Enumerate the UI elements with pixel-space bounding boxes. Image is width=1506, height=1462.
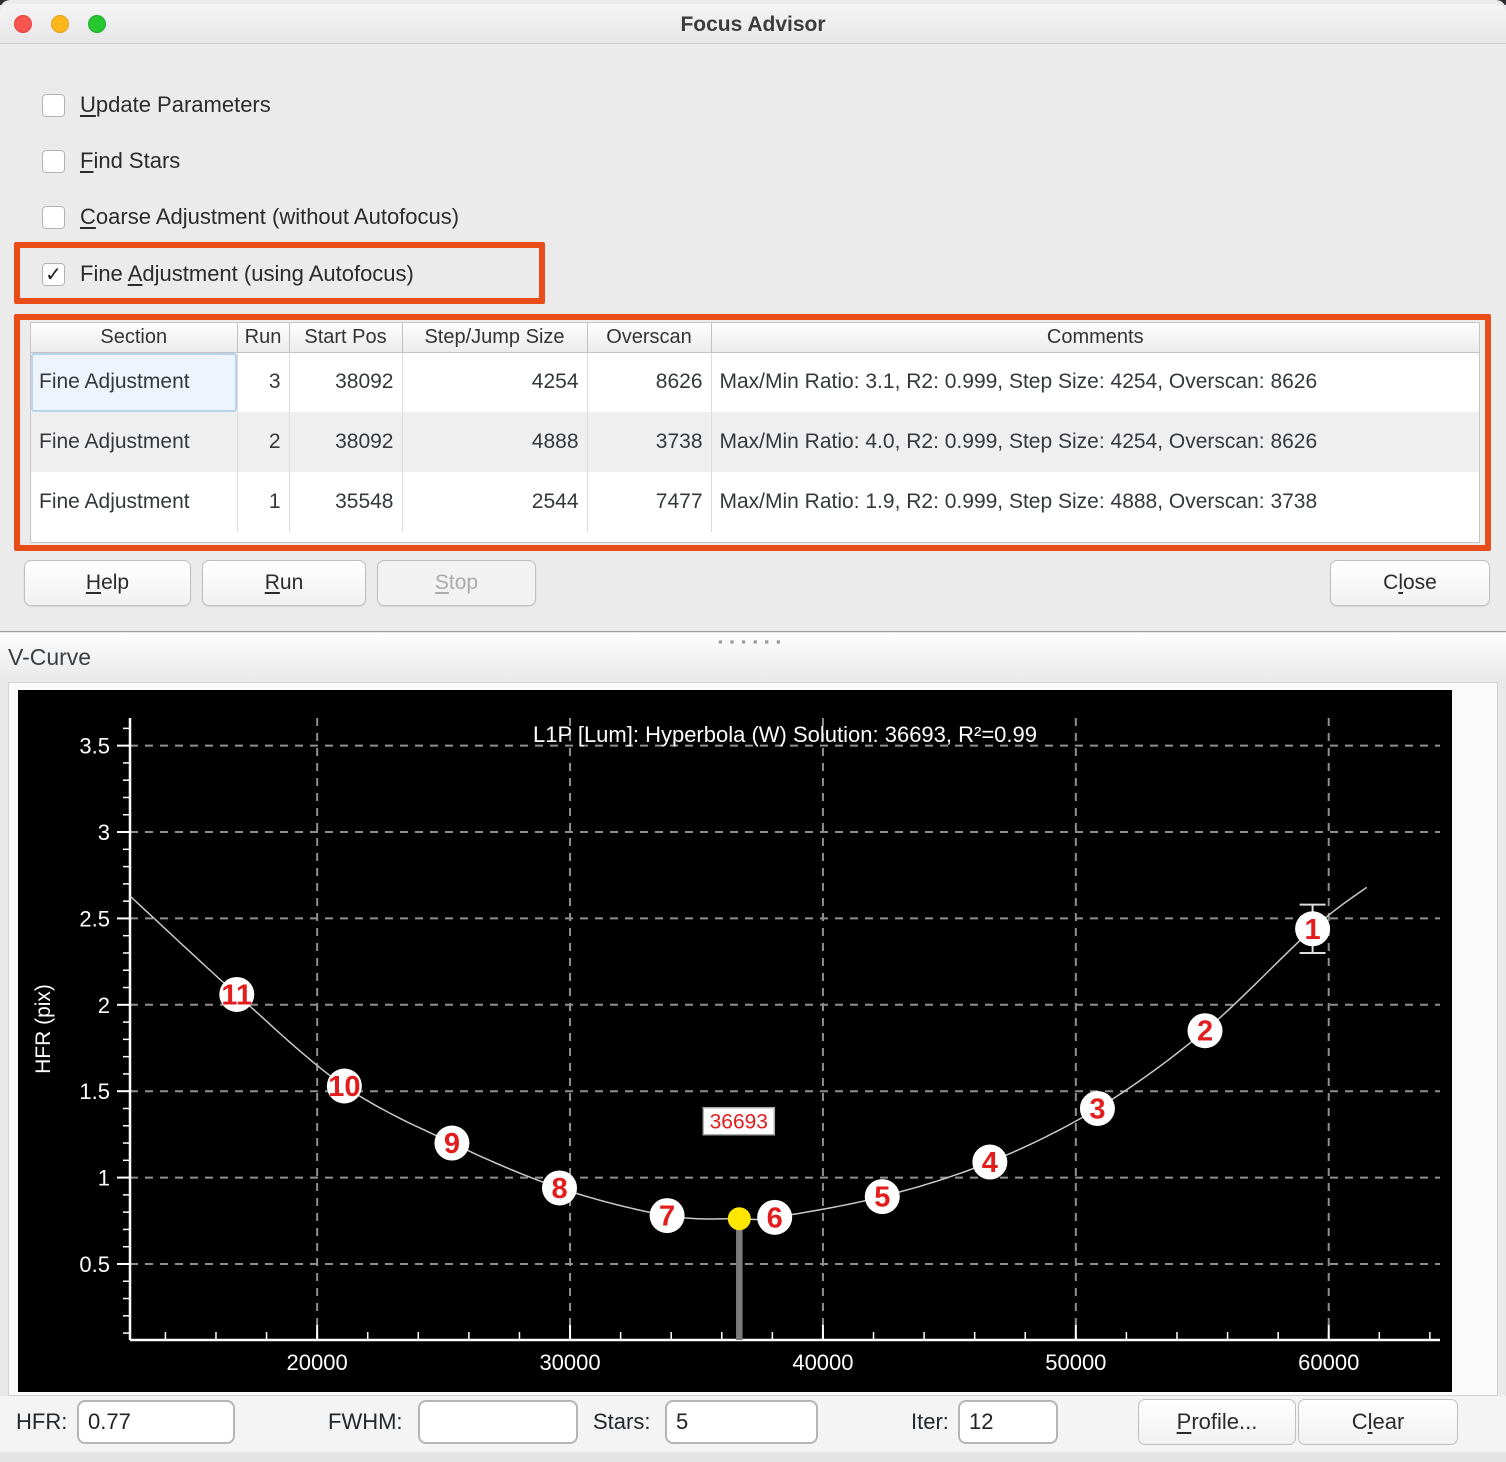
svg-text:1: 1 [98, 1166, 110, 1191]
iter-field[interactable] [958, 1400, 1058, 1444]
table-cell[interactable]: Max/Min Ratio: 4.0, R2: 0.999, Step Size… [711, 412, 1479, 472]
run-button[interactable]: Run [202, 560, 366, 606]
svg-text:20000: 20000 [287, 1350, 348, 1375]
table-row[interactable]: Fine Adjustment33809242548626Max/Min Rat… [31, 352, 1479, 412]
checkbox-box-update-parameters[interactable] [42, 94, 65, 117]
table-cell[interactable]: 4254 [402, 352, 587, 412]
column-header-step-jump-size[interactable]: Step/Jump Size [402, 323, 587, 352]
fwhm-field[interactable] [418, 1400, 578, 1444]
table-cell[interactable]: 35548 [289, 472, 402, 532]
checkbox-coarse-adjustment[interactable]: Coarse Adjustment (without Autofocus) [42, 202, 459, 232]
help-button[interactable]: Help [24, 560, 191, 606]
svg-text:3: 3 [1089, 1093, 1105, 1125]
svg-text:7: 7 [659, 1201, 675, 1233]
svg-text:2: 2 [1197, 1016, 1213, 1048]
checkbox-box-find-stars[interactable] [42, 150, 65, 173]
table-cell[interactable]: Fine Adjustment [31, 412, 237, 472]
svg-text:3: 3 [98, 820, 110, 845]
svg-text:11: 11 [221, 979, 252, 1011]
stars-field[interactable] [665, 1400, 818, 1444]
svg-text:5: 5 [874, 1182, 890, 1214]
svg-text:3.5: 3.5 [79, 734, 110, 759]
table-cell[interactable]: Fine Adjustment [31, 472, 237, 532]
svg-text:10: 10 [328, 1071, 360, 1103]
svg-text:30000: 30000 [539, 1350, 600, 1375]
hfr-label: HFR: [16, 1409, 67, 1435]
svg-text:0.5: 0.5 [79, 1252, 110, 1277]
stop-button[interactable]: Stop [377, 560, 536, 606]
table-cell[interactable]: 7477 [587, 472, 711, 532]
splitter-handle-icon[interactable]: ▪▪▪▪▪▪ [718, 634, 788, 649]
vcurve-section-label: V-Curve [8, 644, 91, 671]
table-cell[interactable]: 8626 [587, 352, 711, 412]
table-cell[interactable]: Max/Min Ratio: 1.9, R2: 0.999, Step Size… [711, 472, 1479, 532]
svg-text:1.5: 1.5 [79, 1079, 110, 1104]
checkbox-label: Coarse Adjustment (without Autofocus) [80, 204, 459, 230]
hfr-field[interactable] [77, 1400, 235, 1444]
window-title: Focus Advisor [0, 4, 1506, 44]
table-row[interactable]: Fine Adjustment23809248883738Max/Min Rat… [31, 412, 1479, 472]
table-cell[interactable]: 2544 [402, 472, 587, 532]
runs-table[interactable]: SectionRunStart PosStep/Jump SizeOversca… [30, 322, 1480, 543]
table-cell[interactable]: 38092 [289, 412, 402, 472]
status-bar: HFR: FWHM: Stars: Iter: Profile... Clear [0, 1396, 1506, 1452]
table-cell[interactable]: 3 [237, 352, 289, 412]
profile-button[interactable]: Profile... [1138, 1399, 1296, 1445]
svg-text:60000: 60000 [1298, 1350, 1359, 1375]
table-cell[interactable]: 38092 [289, 352, 402, 412]
table-cell[interactable]: 4888 [402, 412, 587, 472]
focus-advisor-screen: Focus Advisor Update Parameters Find Star… [0, 0, 1506, 1462]
close-button[interactable]: Close [1330, 560, 1490, 606]
svg-text:HFR (pix): HFR (pix) [32, 984, 55, 1074]
column-header-start-pos[interactable]: Start Pos [289, 323, 402, 352]
fwhm-label: FWHM: [328, 1409, 403, 1435]
column-header-run[interactable]: Run [237, 323, 289, 352]
svg-text:9: 9 [444, 1128, 460, 1160]
table-cell[interactable]: Max/Min Ratio: 3.1, R2: 0.999, Step Size… [711, 352, 1479, 412]
checkbox-box-fine-adjustment[interactable]: ✓ [42, 263, 65, 286]
svg-text:8: 8 [551, 1173, 567, 1205]
stars-label: Stars: [593, 1409, 650, 1435]
svg-text:36693: 36693 [710, 1111, 768, 1134]
titlebar: Focus Advisor [0, 4, 1506, 44]
clear-button[interactable]: Clear [1298, 1399, 1458, 1445]
checkbox-label: Find Stars [80, 148, 180, 174]
svg-text:6: 6 [767, 1202, 783, 1234]
svg-text:50000: 50000 [1045, 1350, 1106, 1375]
svg-text:L1P [Lum]: Hyperbola (W) Solut: L1P [Lum]: Hyperbola (W) Solution: 36693… [533, 722, 1037, 747]
svg-text:1: 1 [1305, 914, 1321, 946]
table-cell[interactable]: 3738 [587, 412, 711, 472]
table-cell[interactable]: Fine Adjustment [31, 352, 237, 412]
column-header-section[interactable]: Section [31, 323, 237, 352]
column-header-overscan[interactable]: Overscan [587, 323, 711, 352]
checkbox-box-coarse-adjustment[interactable] [42, 206, 65, 229]
footer-strip [0, 1452, 1506, 1462]
focus-advisor-dialog: Focus Advisor Update Parameters Find Star… [0, 0, 1506, 632]
splitter-area: ▪▪▪▪▪▪ [0, 633, 1506, 684]
column-header-comments[interactable]: Comments [711, 323, 1479, 352]
table-cell[interactable]: 2 [237, 412, 289, 472]
table-cell[interactable]: 1 [237, 472, 289, 532]
checkbox-label: Update Parameters [80, 92, 271, 118]
vcurve-chart[interactable]: 20000 30000 40000 50000 60000 0.5 1 1.5 2 2.5 3 3.5… [18, 690, 1452, 1392]
svg-text:40000: 40000 [792, 1350, 853, 1375]
svg-text:2: 2 [98, 993, 110, 1018]
table-row[interactable]: Fine Adjustment13554825447477Max/Min Rat… [31, 472, 1479, 532]
iter-label: Iter: [911, 1409, 949, 1435]
checkbox-fine-adjustment[interactable]: ✓ Fine Adjustment (using Autofocus) [42, 259, 414, 289]
checkbox-update-parameters[interactable]: Update Parameters [42, 90, 271, 120]
svg-text:4: 4 [982, 1147, 998, 1179]
svg-text:2.5: 2.5 [79, 906, 110, 931]
checkbox-label: Fine Adjustment (using Autofocus) [80, 261, 414, 287]
checkbox-find-stars[interactable]: Find Stars [42, 146, 180, 176]
